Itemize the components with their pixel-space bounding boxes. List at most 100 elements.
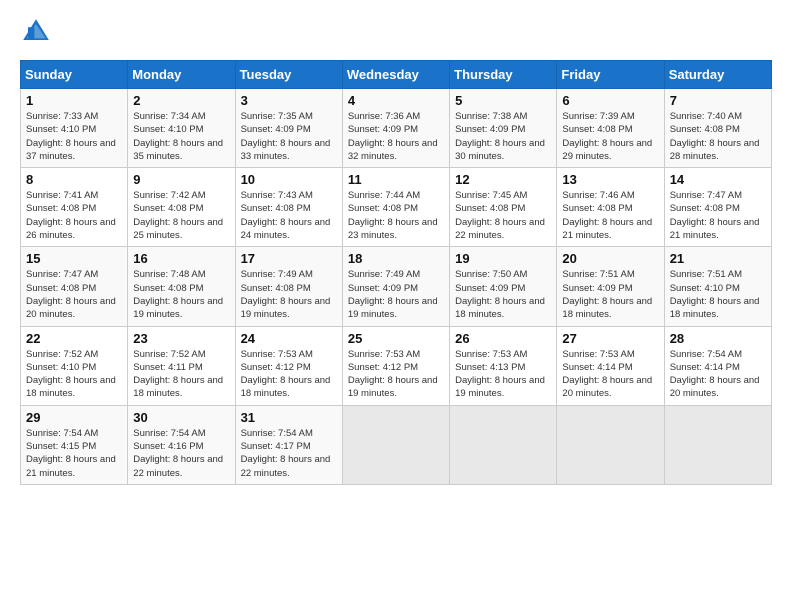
day-cell bbox=[342, 405, 449, 484]
logo-icon bbox=[20, 16, 52, 48]
day-number: 2 bbox=[133, 93, 229, 108]
week-row-1: 1 Sunrise: 7:33 AMSunset: 4:10 PMDaylight… bbox=[21, 89, 772, 168]
day-cell: 20 Sunrise: 7:51 AMSunset: 4:09 PMDayligh… bbox=[557, 247, 664, 326]
day-number: 30 bbox=[133, 410, 229, 425]
day-info: Sunrise: 7:43 AMSunset: 4:08 PMDaylight:… bbox=[241, 189, 337, 242]
col-header-wednesday: Wednesday bbox=[342, 61, 449, 89]
day-number: 1 bbox=[26, 93, 122, 108]
day-info: Sunrise: 7:36 AMSunset: 4:09 PMDaylight:… bbox=[348, 110, 444, 163]
day-info: Sunrise: 7:51 AMSunset: 4:09 PMDaylight:… bbox=[562, 268, 658, 321]
day-info: Sunrise: 7:34 AMSunset: 4:10 PMDaylight:… bbox=[133, 110, 229, 163]
day-number: 16 bbox=[133, 251, 229, 266]
day-number: 29 bbox=[26, 410, 122, 425]
day-info: Sunrise: 7:53 AMSunset: 4:13 PMDaylight:… bbox=[455, 348, 551, 401]
day-cell: 10Sunrise: 7:43 AMSunset: 4:08 PMDayligh… bbox=[235, 168, 342, 247]
day-number: 5 bbox=[455, 93, 551, 108]
day-cell: 9Sunrise: 7:42 AMSunset: 4:08 PMDaylight… bbox=[128, 168, 235, 247]
day-info: Sunrise: 7:53 AMSunset: 4:14 PMDaylight:… bbox=[562, 348, 658, 401]
day-info: Sunrise: 7:42 AMSunset: 4:08 PMDaylight:… bbox=[133, 189, 229, 242]
day-cell: 30 Sunrise: 7:54 AMSunset: 4:16 PMDayligh… bbox=[128, 405, 235, 484]
day-info: Sunrise: 7:41 AMSunset: 4:08 PMDaylight:… bbox=[26, 189, 122, 242]
day-cell: 2 Sunrise: 7:34 AMSunset: 4:10 PMDaylight… bbox=[128, 89, 235, 168]
day-cell: 24 Sunrise: 7:53 AMSunset: 4:12 PMDayligh… bbox=[235, 326, 342, 405]
day-cell: 27 Sunrise: 7:53 AMSunset: 4:14 PMDayligh… bbox=[557, 326, 664, 405]
day-number: 27 bbox=[562, 331, 658, 346]
day-cell bbox=[450, 405, 557, 484]
day-info: Sunrise: 7:54 AMSunset: 4:17 PMDaylight:… bbox=[241, 427, 337, 480]
day-info: Sunrise: 7:54 AMSunset: 4:15 PMDaylight:… bbox=[26, 427, 122, 480]
day-number: 18 bbox=[348, 251, 444, 266]
day-info: Sunrise: 7:49 AMSunset: 4:09 PMDaylight:… bbox=[348, 268, 444, 321]
day-info: Sunrise: 7:48 AMSunset: 4:08 PMDaylight:… bbox=[133, 268, 229, 321]
day-cell: 5 Sunrise: 7:38 AMSunset: 4:09 PMDaylight… bbox=[450, 89, 557, 168]
day-cell: 16 Sunrise: 7:48 AMSunset: 4:08 PMDayligh… bbox=[128, 247, 235, 326]
day-info: Sunrise: 7:47 AMSunset: 4:08 PMDaylight:… bbox=[26, 268, 122, 321]
day-number: 20 bbox=[562, 251, 658, 266]
day-cell: 25 Sunrise: 7:53 AMSunset: 4:12 PMDayligh… bbox=[342, 326, 449, 405]
day-info: Sunrise: 7:52 AMSunset: 4:10 PMDaylight:… bbox=[26, 348, 122, 401]
day-number: 19 bbox=[455, 251, 551, 266]
day-cell bbox=[557, 405, 664, 484]
day-info: Sunrise: 7:46 AMSunset: 4:08 PMDaylight:… bbox=[562, 189, 658, 242]
day-number: 21 bbox=[670, 251, 766, 266]
day-cell: 23Sunrise: 7:52 AMSunset: 4:11 PMDayligh… bbox=[128, 326, 235, 405]
col-header-thursday: Thursday bbox=[450, 61, 557, 89]
day-info: Sunrise: 7:45 AMSunset: 4:08 PMDaylight:… bbox=[455, 189, 551, 242]
day-number: 3 bbox=[241, 93, 337, 108]
day-number: 8 bbox=[26, 172, 122, 187]
day-info: Sunrise: 7:51 AMSunset: 4:10 PMDaylight:… bbox=[670, 268, 766, 321]
day-cell: 8 Sunrise: 7:41 AMSunset: 4:08 PMDaylight… bbox=[21, 168, 128, 247]
day-number: 6 bbox=[562, 93, 658, 108]
logo bbox=[20, 16, 56, 48]
day-info: Sunrise: 7:49 AMSunset: 4:08 PMDaylight:… bbox=[241, 268, 337, 321]
week-row-3: 15Sunrise: 7:47 AMSunset: 4:08 PMDayligh… bbox=[21, 247, 772, 326]
day-cell: 1 Sunrise: 7:33 AMSunset: 4:10 PMDaylight… bbox=[21, 89, 128, 168]
day-cell: 29 Sunrise: 7:54 AMSunset: 4:15 PMDayligh… bbox=[21, 405, 128, 484]
col-header-saturday: Saturday bbox=[664, 61, 771, 89]
day-number: 14 bbox=[670, 172, 766, 187]
day-info: Sunrise: 7:35 AMSunset: 4:09 PMDaylight:… bbox=[241, 110, 337, 163]
header bbox=[20, 16, 772, 48]
col-header-sunday: Sunday bbox=[21, 61, 128, 89]
day-info: Sunrise: 7:33 AMSunset: 4:10 PMDaylight:… bbox=[26, 110, 122, 163]
day-cell: 18 Sunrise: 7:49 AMSunset: 4:09 PMDayligh… bbox=[342, 247, 449, 326]
day-info: Sunrise: 7:47 AMSunset: 4:08 PMDaylight:… bbox=[670, 189, 766, 242]
day-cell: 15Sunrise: 7:47 AMSunset: 4:08 PMDayligh… bbox=[21, 247, 128, 326]
day-cell: 22 Sunrise: 7:52 AMSunset: 4:10 PMDayligh… bbox=[21, 326, 128, 405]
day-cell: 11Sunrise: 7:44 AMSunset: 4:08 PMDayligh… bbox=[342, 168, 449, 247]
day-cell: 7Sunrise: 7:40 AMSunset: 4:08 PMDaylight… bbox=[664, 89, 771, 168]
col-header-friday: Friday bbox=[557, 61, 664, 89]
day-number: 24 bbox=[241, 331, 337, 346]
day-cell: 14 Sunrise: 7:47 AMSunset: 4:08 PMDayligh… bbox=[664, 168, 771, 247]
day-cell: 31Sunrise: 7:54 AMSunset: 4:17 PMDayligh… bbox=[235, 405, 342, 484]
week-row-2: 8 Sunrise: 7:41 AMSunset: 4:08 PMDaylight… bbox=[21, 168, 772, 247]
day-info: Sunrise: 7:54 AMSunset: 4:16 PMDaylight:… bbox=[133, 427, 229, 480]
day-number: 23 bbox=[133, 331, 229, 346]
day-number: 13 bbox=[562, 172, 658, 187]
day-cell: 13 Sunrise: 7:46 AMSunset: 4:08 PMDayligh… bbox=[557, 168, 664, 247]
day-info: Sunrise: 7:53 AMSunset: 4:12 PMDaylight:… bbox=[241, 348, 337, 401]
day-info: Sunrise: 7:38 AMSunset: 4:09 PMDaylight:… bbox=[455, 110, 551, 163]
day-cell bbox=[664, 405, 771, 484]
day-info: Sunrise: 7:54 AMSunset: 4:14 PMDaylight:… bbox=[670, 348, 766, 401]
day-number: 12 bbox=[455, 172, 551, 187]
day-number: 4 bbox=[348, 93, 444, 108]
page: SundayMondayTuesdayWednesdayThursdayFrid… bbox=[0, 0, 792, 612]
day-cell: 19 Sunrise: 7:50 AMSunset: 4:09 PMDayligh… bbox=[450, 247, 557, 326]
week-row-4: 22 Sunrise: 7:52 AMSunset: 4:10 PMDayligh… bbox=[21, 326, 772, 405]
day-cell: 4 Sunrise: 7:36 AMSunset: 4:09 PMDaylight… bbox=[342, 89, 449, 168]
day-number: 11 bbox=[348, 172, 444, 187]
day-number: 25 bbox=[348, 331, 444, 346]
calendar-header-row: SundayMondayTuesdayWednesdayThursdayFrid… bbox=[21, 61, 772, 89]
day-cell: 17 Sunrise: 7:49 AMSunset: 4:08 PMDayligh… bbox=[235, 247, 342, 326]
col-header-tuesday: Tuesday bbox=[235, 61, 342, 89]
day-info: Sunrise: 7:39 AMSunset: 4:08 PMDaylight:… bbox=[562, 110, 658, 163]
col-header-monday: Monday bbox=[128, 61, 235, 89]
day-info: Sunrise: 7:50 AMSunset: 4:09 PMDaylight:… bbox=[455, 268, 551, 321]
day-cell: 3 Sunrise: 7:35 AMSunset: 4:09 PMDaylight… bbox=[235, 89, 342, 168]
day-info: Sunrise: 7:53 AMSunset: 4:12 PMDaylight:… bbox=[348, 348, 444, 401]
day-info: Sunrise: 7:40 AMSunset: 4:08 PMDaylight:… bbox=[670, 110, 766, 163]
day-number: 17 bbox=[241, 251, 337, 266]
day-number: 22 bbox=[26, 331, 122, 346]
week-row-5: 29 Sunrise: 7:54 AMSunset: 4:15 PMDayligh… bbox=[21, 405, 772, 484]
